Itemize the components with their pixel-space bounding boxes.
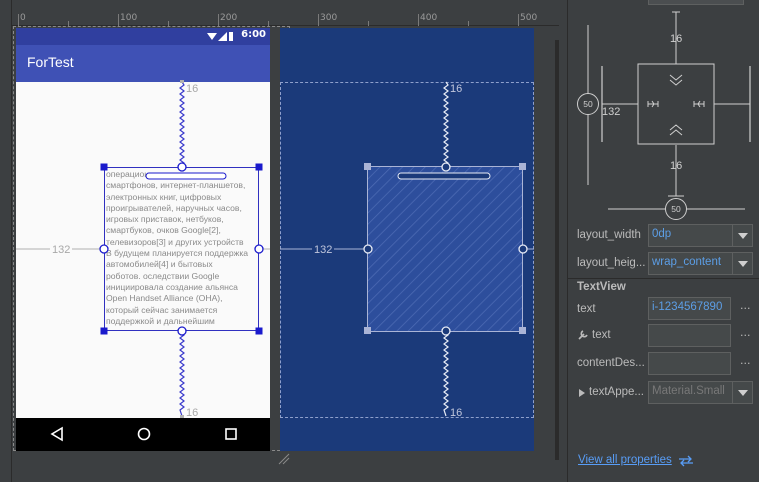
vertical-ruler	[0, 0, 12, 482]
selected-textview[interactable]: операционная система для смартфонов, инт…	[104, 167, 259, 331]
textview-section-title: TextView	[577, 281, 626, 293]
back-icon	[50, 426, 63, 442]
content-description-more-button[interactable]: ···	[740, 357, 751, 370]
ruler-label: 400	[420, 13, 438, 23]
horizontal-bias-knob[interactable]: 50	[665, 198, 687, 220]
layout-height-label: layout_heig...	[577, 257, 646, 269]
constraint-bottom-value[interactable]: 16	[670, 160, 682, 172]
content-description-label: contentDes...	[577, 357, 645, 369]
ruler-tick	[18, 14, 19, 26]
text-more-button[interactable]: ···	[740, 302, 751, 315]
resize-handle-icon[interactable]	[277, 452, 291, 466]
text-field[interactable]: i-1234567890	[648, 297, 731, 320]
signal-battery-icon	[207, 32, 233, 41]
content-description-field[interactable]	[648, 352, 731, 375]
tools-text-more-button[interactable]: ···	[740, 329, 751, 342]
blueprint-hatch	[368, 167, 522, 331]
layout-width-label: layout_width	[577, 229, 641, 241]
blueprint-preview[interactable]: 16 16 132	[280, 28, 534, 451]
status-time: 6:00	[241, 29, 266, 40]
chevron-down-icon	[732, 253, 752, 274]
view-all-properties-link[interactable]: View all properties	[578, 454, 672, 466]
design-surface[interactable]: 0 100 200 300 400 500 6:00 ForTest 16 16…	[0, 0, 559, 482]
layout-width-dropdown[interactable]: 0dp	[648, 224, 753, 247]
blueprint-margin-bottom-label: 16	[450, 407, 463, 419]
constraint-widget[interactable]: 16 16 132 50 50	[568, 0, 759, 220]
horizontal-ruler: 0 100 200 300 400 500	[0, 0, 559, 26]
ruler-tick	[218, 14, 219, 26]
ruler-tick	[118, 14, 119, 26]
ruler-tick	[518, 14, 519, 26]
app-bar: ForTest	[16, 45, 270, 82]
chevron-down-icon	[732, 382, 752, 403]
ruler-tick	[318, 14, 319, 26]
layout-editor: 0 100 200 300 400 500 6:00 ForTest 16 16…	[0, 0, 759, 482]
ruler-label: 100	[120, 13, 138, 23]
ruler-label: 500	[520, 13, 538, 23]
blueprint-margin-left-label: 132	[312, 244, 335, 256]
text-value: i-1234567890	[652, 301, 723, 313]
blueprint-margin-top-label: 16	[450, 83, 463, 95]
panel-splitter[interactable]	[559, 0, 567, 482]
design-preview[interactable]: 6:00 ForTest 16 16 132 операционная сист…	[16, 28, 270, 451]
textview-content: операционная система для смартфонов, инт…	[106, 169, 249, 326]
section-divider	[568, 278, 759, 279]
expand-arrow-icon[interactable]	[578, 388, 586, 398]
ruler-label: 0	[20, 13, 26, 23]
ruler-label: 200	[220, 13, 238, 23]
navigation-bar	[16, 418, 270, 451]
status-bar: 6:00	[16, 28, 270, 45]
ruler-tick	[368, 21, 369, 26]
vertical-bias-knob[interactable]: 50	[577, 93, 599, 115]
layout-height-value: wrap_content	[652, 256, 722, 268]
ruler-tick	[468, 21, 469, 26]
layout-height-dropdown[interactable]: wrap_content	[648, 252, 753, 275]
text-appearance-label: textAppe...	[589, 386, 644, 398]
blueprint-textview[interactable]	[367, 166, 523, 332]
swap-arrows-icon[interactable]	[678, 455, 694, 467]
text-label: text	[577, 303, 596, 315]
ruler-tick	[418, 14, 419, 26]
text-appearance-value: Material.Small	[652, 385, 725, 397]
wrench-icon	[578, 330, 588, 340]
tools-text-field[interactable]	[648, 324, 731, 347]
layout-width-value: 0dp	[652, 228, 672, 240]
tools-text-label: text	[592, 329, 611, 341]
constraint-top-value[interactable]: 16	[670, 33, 682, 45]
text-appearance-dropdown[interactable]: Material.Small	[648, 381, 753, 404]
ruler-label: 300	[320, 13, 338, 23]
app-title: ForTest	[27, 54, 74, 70]
constraint-left-value[interactable]: 132	[602, 106, 620, 118]
chevron-down-icon	[732, 225, 752, 246]
margin-left-label: 132	[50, 244, 73, 256]
recents-icon	[225, 428, 237, 440]
home-icon	[137, 427, 151, 441]
attributes-panel: 16 16 132 50 50 layout_width 0dp layout_…	[567, 0, 759, 482]
margin-top-label: 16	[186, 83, 199, 95]
